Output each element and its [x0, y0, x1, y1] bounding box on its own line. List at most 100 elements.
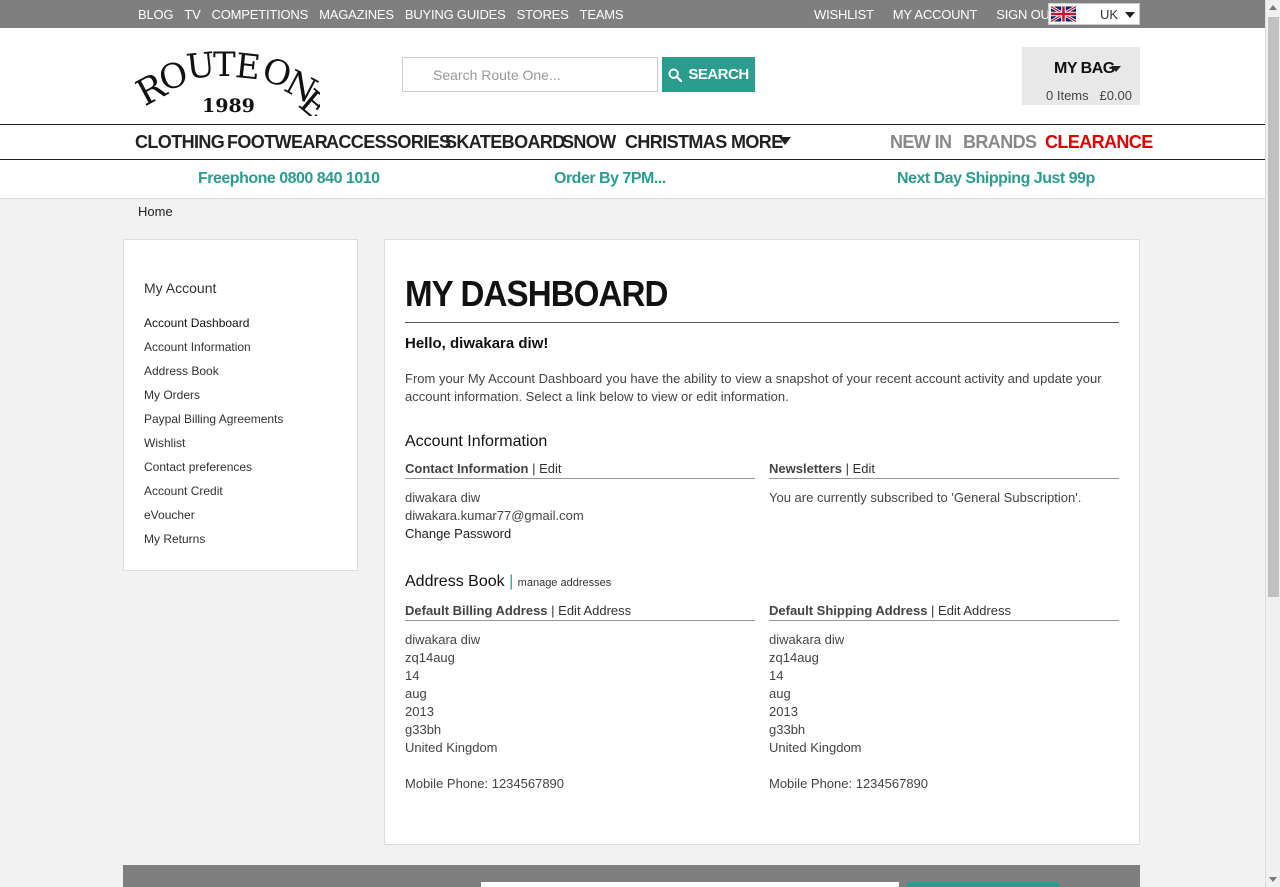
nav-clothing[interactable]: CLOTHING	[135, 132, 225, 153]
promo-freephone[interactable]: Freephone 0800 840 1010	[198, 170, 380, 188]
contact-email: diwakara.kumar77@gmail.com	[405, 508, 584, 523]
promo-shipping[interactable]: Next Day Shipping Just 99p	[897, 170, 1095, 188]
manage-addresses-link[interactable]: manage addresses	[518, 577, 612, 589]
country-selector[interactable]: UK	[1048, 3, 1140, 25]
contact-information-body: diwakara diw diwakara.kumar77@gmail.com …	[405, 489, 755, 543]
nav-clearance[interactable]: CLEARANCE	[1045, 132, 1153, 153]
top-link-my-account[interactable]: MY ACCOUNT	[893, 7, 978, 22]
footer-signup-button[interactable]	[907, 882, 1059, 887]
svg-text:1989: 1989	[202, 95, 255, 116]
sidebar-item-account-dashboard[interactable]: Account Dashboard	[144, 316, 283, 340]
search-input[interactable]	[402, 57, 658, 92]
nav-brands[interactable]: BRANDS	[963, 132, 1037, 153]
newsletters-header: Newsletters | Edit	[769, 461, 1119, 479]
sidebar-title: My Account	[144, 280, 217, 296]
top-links-left: BLOG TV COMPETITIONS MAGAZINES BUYING GU…	[138, 7, 634, 22]
greeting: Hello, diwakara diw!	[405, 335, 549, 352]
sidebar-menu: Account Dashboard Account Information Ad…	[144, 316, 283, 556]
top-link-blog[interactable]: BLOG	[138, 7, 174, 22]
top-link-magazines[interactable]: MAGAZINES	[319, 7, 394, 22]
shipping-line: diwakara diw	[769, 632, 845, 647]
top-link-teams[interactable]: TEAMS	[580, 7, 624, 22]
shipping-address-box: Default Shipping Address | Edit Address …	[769, 603, 1119, 793]
address-book-title: Address Book	[405, 573, 505, 590]
shipping-line: g33bh	[769, 722, 806, 737]
account-sidebar: My Account Account Dashboard Account Inf…	[123, 239, 358, 571]
title-divider	[405, 322, 1119, 323]
my-bag[interactable]: MY BAG 0 Items £0.00	[1022, 47, 1140, 105]
svg-text:T: T	[213, 45, 236, 85]
top-link-competitions[interactable]: COMPETITIONS	[212, 7, 309, 22]
bag-title: MY BAG	[1054, 60, 1115, 77]
shipping-line: 14	[769, 668, 784, 683]
shipping-line: United Kingdom	[769, 740, 862, 755]
newsletters-status: You are currently subscribed to 'General…	[769, 490, 1082, 505]
billing-address-title: Default Billing Address	[405, 603, 548, 618]
page-title: MY DASHBOARD	[405, 273, 668, 314]
shipping-address-header: Default Shipping Address | Edit Address	[769, 603, 1119, 621]
sidebar-item-account-information[interactable]: Account Information	[144, 340, 283, 364]
nav-snow[interactable]: SNOW	[562, 132, 616, 153]
breadcrumb-home[interactable]: Home	[138, 204, 173, 219]
top-links-right: WISHLIST MY ACCOUNT SIGN OUT	[814, 7, 1076, 22]
sidebar-item-address-book[interactable]: Address Book	[144, 364, 283, 388]
search-button-label: SEARCH	[688, 66, 749, 83]
promo-order-by[interactable]: Order By 7PM...	[554, 170, 666, 188]
contact-edit-link[interactable]: Edit	[539, 461, 561, 476]
bag-items-count: 0 Items	[1046, 88, 1089, 103]
svg-text:E: E	[233, 46, 262, 88]
scrollbar-thumb[interactable]	[1268, 17, 1279, 597]
billing-address-box: Default Billing Address | Edit Address d…	[405, 603, 755, 793]
bag-total: £0.00	[1099, 88, 1133, 103]
sidebar-item-wishlist[interactable]: Wishlist	[144, 436, 283, 460]
top-utility-bar: BLOG TV COMPETITIONS MAGAZINES BUYING GU…	[0, 0, 1265, 28]
caret-down-icon	[779, 137, 791, 145]
top-link-buying-guides[interactable]: BUYING GUIDES	[405, 7, 506, 22]
nav-footwear[interactable]: FOOTWEAR	[227, 132, 328, 153]
nav-accessories[interactable]: ACCESSORIES	[326, 132, 451, 153]
sidebar-item-paypal-billing[interactable]: Paypal Billing Agreements	[144, 412, 283, 436]
nav-new-in[interactable]: NEW IN	[890, 132, 952, 153]
sidebar-item-account-credit[interactable]: Account Credit	[144, 484, 283, 508]
route-one-logo[interactable]: R O U T E O N E 1989	[135, 42, 320, 116]
shipping-line: aug	[769, 686, 791, 701]
scroll-down-arrow-icon[interactable]	[1269, 877, 1277, 882]
billing-line: g33bh	[405, 722, 442, 737]
nav-more[interactable]: MORE	[731, 132, 783, 153]
site-header: R O U T E O N E 1989 SEARCH MY BAG 0 Ite…	[0, 28, 1265, 124]
contact-name: diwakara diw	[405, 490, 481, 505]
nav-skateboard[interactable]: SKATEBOARD	[445, 132, 565, 153]
scroll-up-arrow-icon[interactable]	[1269, 5, 1277, 10]
newsletters-title: Newsletters	[769, 461, 842, 476]
billing-line: zq14aug	[405, 650, 455, 665]
search-icon	[668, 68, 683, 82]
billing-address-header: Default Billing Address | Edit Address	[405, 603, 755, 621]
dashboard-panel: MY DASHBOARD Hello, diwakara diw! From y…	[384, 239, 1140, 845]
separator: |	[509, 573, 514, 590]
contact-information-header: Contact Information | Edit	[405, 461, 755, 479]
sidebar-item-evoucher[interactable]: eVoucher	[144, 508, 283, 532]
top-link-wishlist[interactable]: WISHLIST	[814, 7, 874, 22]
sidebar-item-my-orders[interactable]: My Orders	[144, 388, 283, 412]
footer-email-input[interactable]	[481, 882, 899, 887]
billing-line: United Kingdom	[405, 740, 498, 755]
uk-flag-icon	[1051, 6, 1076, 22]
billing-edit-address-link[interactable]: Edit Address	[558, 603, 631, 618]
newsletters-box: Newsletters | Edit You are currently sub…	[769, 461, 1119, 507]
newsletters-edit-link[interactable]: Edit	[853, 461, 875, 476]
billing-line: 2013	[405, 704, 434, 719]
top-link-tv[interactable]: TV	[184, 7, 200, 22]
nav-christmas[interactable]: CHRISTMAS	[625, 132, 727, 153]
page-scrollbar[interactable]	[1265, 0, 1280, 887]
promo-bar: Freephone 0800 840 1010 Order By 7PM... …	[0, 160, 1265, 199]
billing-line: diwakara diw	[405, 632, 481, 647]
change-password-link[interactable]: Change Password	[405, 525, 755, 543]
sidebar-item-my-returns[interactable]: My Returns	[144, 532, 283, 556]
bag-summary: 0 Items £0.00	[1046, 88, 1132, 103]
sidebar-item-contact-preferences[interactable]: Contact preferences	[144, 460, 283, 484]
search-button[interactable]: SEARCH	[662, 57, 755, 92]
shipping-edit-address-link[interactable]: Edit Address	[938, 603, 1011, 618]
country-code: UK	[1100, 7, 1119, 22]
top-link-stores[interactable]: STORES	[517, 7, 569, 22]
